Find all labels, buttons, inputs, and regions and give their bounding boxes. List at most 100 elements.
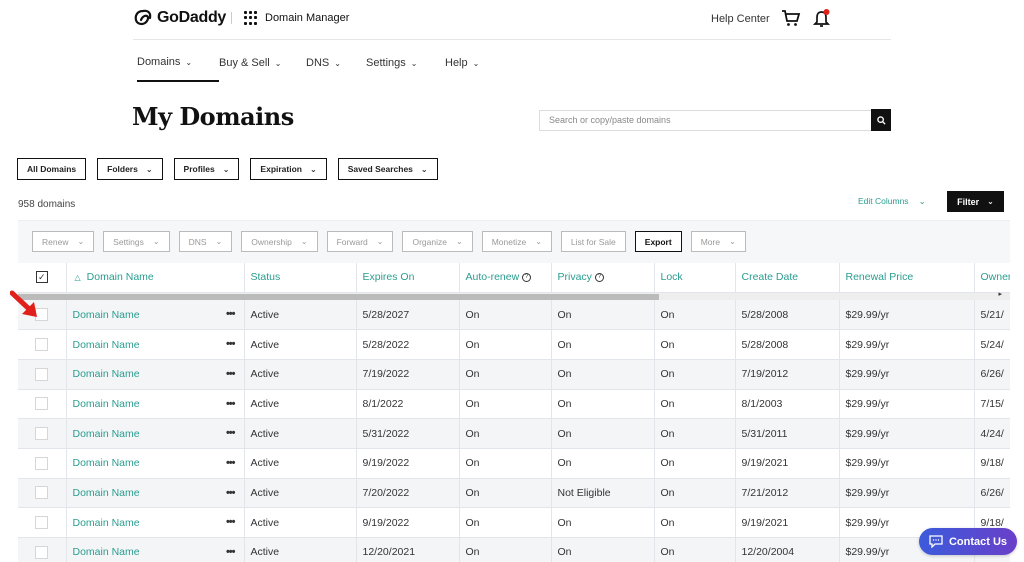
more-options-icon[interactable]: ••• [226, 308, 236, 320]
app-name: Domain Manager [265, 12, 350, 24]
settings-dropdown[interactable]: Settings ⌄ [103, 231, 170, 252]
horizontal-scrollbar[interactable]: ▸ [18, 290, 1010, 300]
row-checkbox[interactable] [35, 397, 49, 411]
column-header-create-date[interactable]: Create Date [734, 263, 839, 293]
more-options-icon[interactable]: ••• [226, 338, 236, 350]
organize-dropdown[interactable]: Organize ⌄ [402, 231, 473, 252]
more-options-icon[interactable]: ••• [226, 398, 236, 410]
column-header-renewal-price[interactable]: Renewal Price [838, 263, 974, 293]
godaddy-logo[interactable]: GoDaddy [133, 8, 226, 28]
privacy-cell: On [550, 537, 654, 562]
owner-cell: 9/18/ [973, 448, 1010, 479]
nav-dns[interactable]: DNS ⌄ [306, 56, 366, 82]
expiration-dropdown[interactable]: Expiration ⌄ [250, 158, 327, 180]
table-row: Domain Name ••• Active 5/31/2022 On On On 5/31/… [18, 418, 1010, 449]
domain-name-link[interactable]: Domain Name [73, 428, 140, 440]
column-header-lock[interactable]: Lock [653, 263, 735, 293]
monetize-dropdown[interactable]: Monetize ⌄ [481, 231, 552, 252]
domain-name-link[interactable]: Domain Name [73, 457, 140, 469]
edit-columns-button[interactable]: Edit Columns ⌄ [858, 196, 926, 207]
domain-name-link[interactable]: Domain Name [73, 309, 140, 321]
help-icon[interactable]: ? [594, 273, 604, 283]
domain-name-link[interactable]: Domain Name [73, 398, 140, 410]
search-input[interactable]: Search or copy/paste domains [539, 110, 872, 131]
more-options-icon[interactable]: ••• [226, 487, 236, 499]
more-dropdown[interactable]: More ⌄ [690, 231, 746, 252]
status-cell: Active [243, 359, 356, 390]
chevron-down-icon: ⌄ [729, 237, 736, 246]
all-domains-button[interactable]: All Domains [17, 158, 87, 180]
row-checkbox[interactable] [35, 545, 49, 559]
row-checkbox-cell[interactable] [18, 507, 66, 538]
nav-help[interactable]: Help ⌄ [445, 56, 505, 82]
domain-name-link[interactable]: Domain Name [73, 339, 140, 351]
folders-dropdown[interactable]: Folders ⌄ [97, 158, 163, 180]
column-header-auto-renew[interactable]: Auto-renew? [458, 263, 551, 293]
row-checkbox[interactable] [35, 486, 49, 500]
chevron-down-icon: ⌄ [185, 57, 193, 67]
nav-buy-sell[interactable]: Buy & Sell ⌄ [219, 56, 306, 82]
column-header-status[interactable]: Status [243, 263, 356, 293]
list-for-sale-button[interactable]: List for Sale [560, 231, 626, 252]
row-checkbox-cell[interactable] [18, 418, 66, 449]
expires-cell: 5/31/2022 [355, 418, 459, 449]
more-options-icon[interactable]: ••• [226, 546, 236, 558]
saved-searches-dropdown[interactable]: Saved Searches ⌄ [337, 158, 438, 180]
row-checkbox[interactable] [35, 516, 49, 530]
domain-name-link[interactable]: Domain Name [73, 517, 140, 529]
row-checkbox-cell[interactable] [18, 537, 66, 562]
grid-icon[interactable] [244, 11, 258, 25]
price-cell: $29.99/yr [838, 359, 974, 390]
column-label: Auto-renew [465, 271, 520, 284]
status-cell: Active [243, 478, 356, 509]
owner-cell: 7/15/ [973, 389, 1010, 420]
dns-dropdown[interactable]: DNS ⌄ [178, 231, 233, 252]
more-options-icon[interactable]: ••• [226, 427, 236, 439]
scroll-right-icon[interactable]: ▸ [998, 290, 1002, 298]
domain-name-link[interactable]: Domain Name [73, 368, 140, 380]
owner-cell: 6/26/ [973, 359, 1010, 390]
more-options-icon[interactable]: ••• [226, 457, 236, 469]
status-cell: Active [243, 329, 356, 360]
nav-settings[interactable]: Settings ⌄ [366, 56, 445, 82]
row-checkbox-cell[interactable] [18, 329, 66, 360]
column-header-domain-name[interactable]: △ Domain Name [65, 263, 244, 293]
row-checkbox[interactable] [35, 427, 49, 441]
search-button[interactable] [871, 109, 891, 131]
domain-name-link[interactable]: Domain Name [73, 546, 140, 558]
row-checkbox[interactable] [35, 338, 49, 352]
row-checkbox-cell[interactable] [18, 448, 66, 479]
domain-cell: Domain Name ••• [65, 329, 244, 360]
column-header-privacy[interactable]: Privacy? [550, 263, 654, 293]
ownership-dropdown[interactable]: Ownership ⌄ [241, 231, 318, 252]
domain-count: 958 domains [18, 199, 76, 210]
expires-cell: 7/20/2022 [355, 478, 459, 509]
help-center-link[interactable]: Help Center [711, 13, 770, 25]
domain-name-link[interactable]: Domain Name [73, 487, 140, 499]
row-checkbox-cell[interactable] [18, 359, 66, 390]
profiles-dropdown[interactable]: Profiles ⌄ [173, 158, 240, 180]
select-all-checkbox[interactable]: ✓ [18, 263, 66, 293]
cart-icon[interactable] [781, 9, 801, 27]
help-icon[interactable]: ? [522, 273, 532, 283]
scrollbar-thumb[interactable] [18, 293, 659, 300]
privacy-cell: On [550, 300, 654, 331]
column-header-expires-on[interactable]: Expires On [355, 263, 459, 293]
privacy-cell: On [550, 329, 654, 360]
column-header-owner[interactable]: Owner [973, 263, 1010, 293]
row-checkbox[interactable] [35, 367, 49, 381]
forward-dropdown[interactable]: Forward ⌄ [326, 231, 394, 252]
row-checkbox-cell[interactable] [18, 478, 66, 509]
nav-domains[interactable]: Domains ⌄ [137, 56, 219, 82]
row-checkbox[interactable] [35, 456, 49, 470]
autorenew-cell: On [458, 359, 551, 390]
contact-us-button[interactable]: Contact Us [919, 528, 1017, 555]
more-options-icon[interactable]: ••• [226, 368, 236, 380]
row-checkbox-cell[interactable] [18, 389, 66, 420]
filter-button[interactable]: Filter ⌄ [947, 191, 1004, 212]
export-button[interactable]: Export [634, 231, 682, 252]
renew-dropdown[interactable]: Renew ⌄ [32, 231, 95, 252]
more-options-icon[interactable]: ••• [226, 516, 236, 528]
button-label: Renew [42, 236, 69, 247]
bell-icon[interactable] [813, 8, 831, 28]
